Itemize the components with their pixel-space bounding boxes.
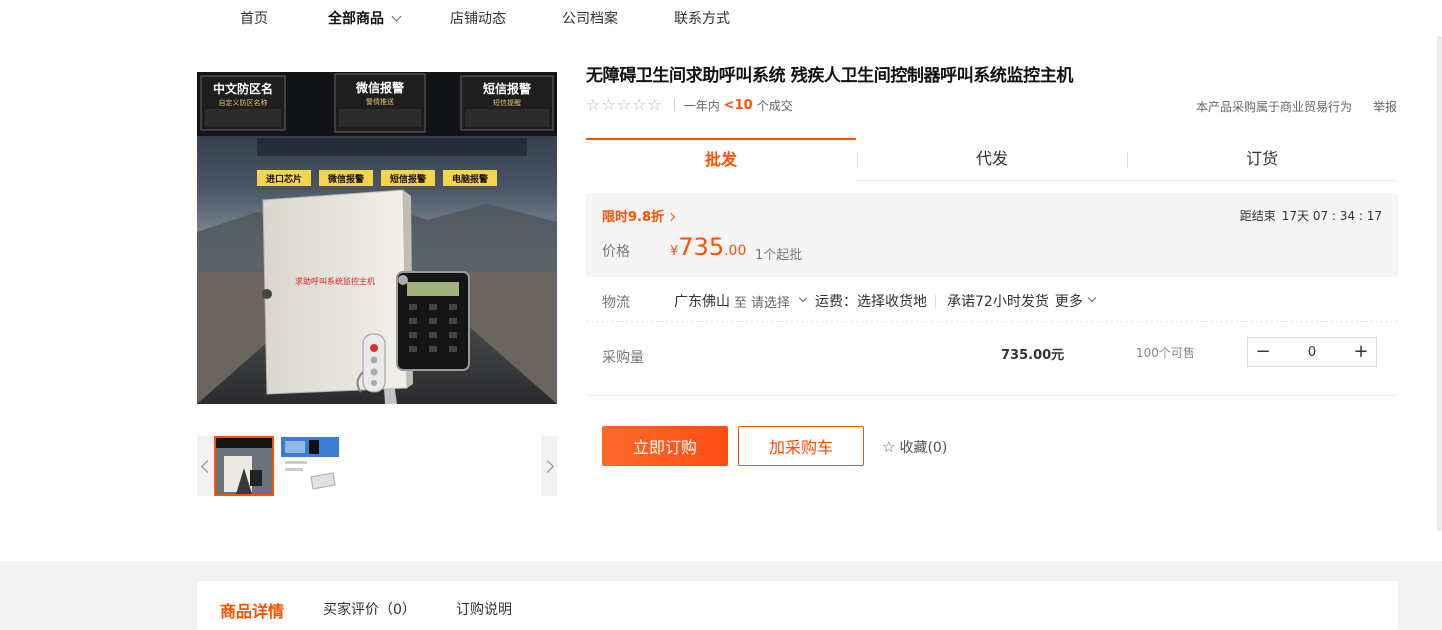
star-outline-icon: ☆ [882,438,896,456]
product-title: 无障碍卫生间求助呼叫系统 残疾人卫生间控制器呼叫系统监控主机 [586,66,1073,86]
star-empty-icon: ☆ [647,95,662,114]
logistics-row: 物流 广东佛山 至 请选择 运费：选择收货地 承诺72小时发货 更多 [586,282,1398,322]
thumb-next-button[interactable] [540,436,557,496]
add-to-cart-button[interactable]: 加采购车 [738,426,864,466]
keypad-device [396,271,470,371]
promo-label: 限时9.8折 [602,210,665,225]
banner-wechat-sub: 警情推送 [366,97,394,106]
promise-text: 承诺72小时发货 [947,294,1049,310]
price-value: ¥735.00 [670,233,746,261]
divider [673,99,675,111]
banner-wechat-alarm: 微信报警 警情推送 [334,73,426,133]
tab-dropship[interactable]: 代发 [857,138,1127,181]
banner-sms-sub: 短信提醒 [493,98,521,107]
stock-available: 100个可售 [1136,346,1195,360]
cabinet-label: 求助呼叫系统监控主机 [295,276,375,286]
purchase-mode-tabs: 批发 代发 订货 [586,138,1398,181]
star-empty-icon: ☆ [616,95,632,114]
main-product-image[interactable]: 中文防区名 自定义防区名称 微信报警 警情推送 短信报警 短信提醒 进口芯片 微… [197,72,557,404]
banner-sms-title: 短信报警 [483,81,531,96]
price-decimal: .00 [724,243,747,259]
countdown-label: 距结束 [1239,209,1276,223]
to-label: 至 [734,295,748,311]
logistics-label: 物流 [602,295,630,311]
shop-nav: 首页 全部商品 店铺动态 公司档案 联系方式 [0,0,1442,34]
sales-count: <10 [723,97,753,113]
nav-company-profile[interactable]: 公司档案 [562,8,618,28]
delivery-promise[interactable]: 承诺72小时发货 更多 [947,291,1097,311]
banner-zone-title: 中文防区名 [213,81,273,96]
destination-selector[interactable]: 广东佛山 至 请选择 [674,291,808,311]
divider [935,294,936,308]
freight-info: 运费：选择收货地 [815,291,940,311]
price-panel: 限时9.8折 距结束 17天 07 : 34 : 17 价格 ¥735.00 1个… [586,193,1398,277]
banner-sms-alarm: 短信报警 短信提醒 [460,75,554,131]
buy-now-button[interactable]: 立即订购 [602,426,728,466]
price-integer: 735 [678,233,725,261]
min-order: 1个起批 [755,248,803,263]
favorite-button[interactable]: ☆ 收藏(0) [882,437,947,457]
promo-link[interactable]: 限时9.8折 [602,206,676,225]
more-label: 更多 [1054,294,1083,310]
chevron-down-icon [391,11,402,22]
banner-zone-sub: 自定义防区名称 [219,98,268,107]
chevron-down-icon [1087,293,1097,303]
star-empty-icon: ☆ [601,95,616,114]
banner-zone-names: 中文防区名 自定义防区名称 [200,75,286,131]
destination-value: 请选择 [751,295,791,311]
sales-prefix: 一年内 [683,98,720,113]
report-link[interactable]: 举报 [1373,98,1397,115]
tab-order[interactable]: 订货 [1127,138,1397,181]
detail-tabs: 商品详情 买家评价（0） 订购说明 [197,581,1398,630]
feature-tag-wechat: 微信报警 [327,173,364,185]
tab-wholesale[interactable]: 批发 [586,138,856,181]
freight-text: 运费：选择收货地 [815,294,927,310]
quantity-stepper: − + [1247,337,1377,367]
increase-button[interactable]: + [1346,338,1376,366]
feature-tag-chip: 进口芯片 [266,173,302,185]
line-price: 735.00元 [1001,348,1065,363]
chevron-right-icon [666,212,676,222]
nav-home[interactable]: 首页 [240,8,268,28]
scrollbar[interactable] [1437,36,1442,531]
feature-tag-sms: 短信报警 [390,173,426,185]
banner-wechat-title: 微信报警 [355,80,404,95]
favorite-label: 收藏(0) [899,440,948,456]
chevron-down-icon [798,293,808,303]
quantity-row: 采购量 735.00元 100个可售 − + [586,322,1398,396]
tab-buyer-reviews[interactable]: 买家评价（0） [323,599,416,619]
star-empty-icon: ☆ [586,95,601,114]
star-empty-icon: ☆ [632,95,647,114]
rating-row: ☆ ☆ ☆ ☆ ☆ 一年内 <10 个成交 [586,96,793,114]
sales-suffix: 个成交 [756,98,793,113]
nav-all-products[interactable]: 全部商品 [328,8,402,28]
countdown-value: 17天 07 : 34 : 17 [1281,209,1382,223]
nav-shop-news[interactable]: 店铺动态 [450,8,506,28]
thumbnail-2[interactable] [281,437,339,495]
chevron-left-icon [200,459,214,473]
nav-contact[interactable]: 联系方式 [674,8,730,28]
chevron-right-icon [540,459,554,473]
quantity-label: 采购量 [602,350,644,366]
thumbnail-1[interactable] [214,436,274,496]
thumb-prev-button[interactable] [197,436,214,496]
business-note: 本产品采购属于商业贸易行为 [1196,100,1353,114]
nav-all-products-label: 全部商品 [328,11,384,27]
origin-city: 广东佛山 [674,294,730,310]
countdown: 距结束 17天 07 : 34 : 17 [1240,207,1382,224]
decrease-button[interactable]: − [1248,338,1278,366]
price-label: 价格 [602,244,630,260]
tab-product-details[interactable]: 商品详情 [220,598,284,622]
thumbnail-bar [197,436,557,496]
product-page: 首页 全部商品 店铺动态 公司档案 联系方式 中文防区名 自定义防区名称 微信报… [0,0,1442,630]
quantity-input[interactable] [1278,338,1346,366]
tab-order-notes[interactable]: 订购说明 [456,599,512,619]
feature-tag-pc: 电脑报警 [452,173,488,185]
alarm-host-cabinet: 求助呼叫系统监控主机 [262,189,413,395]
